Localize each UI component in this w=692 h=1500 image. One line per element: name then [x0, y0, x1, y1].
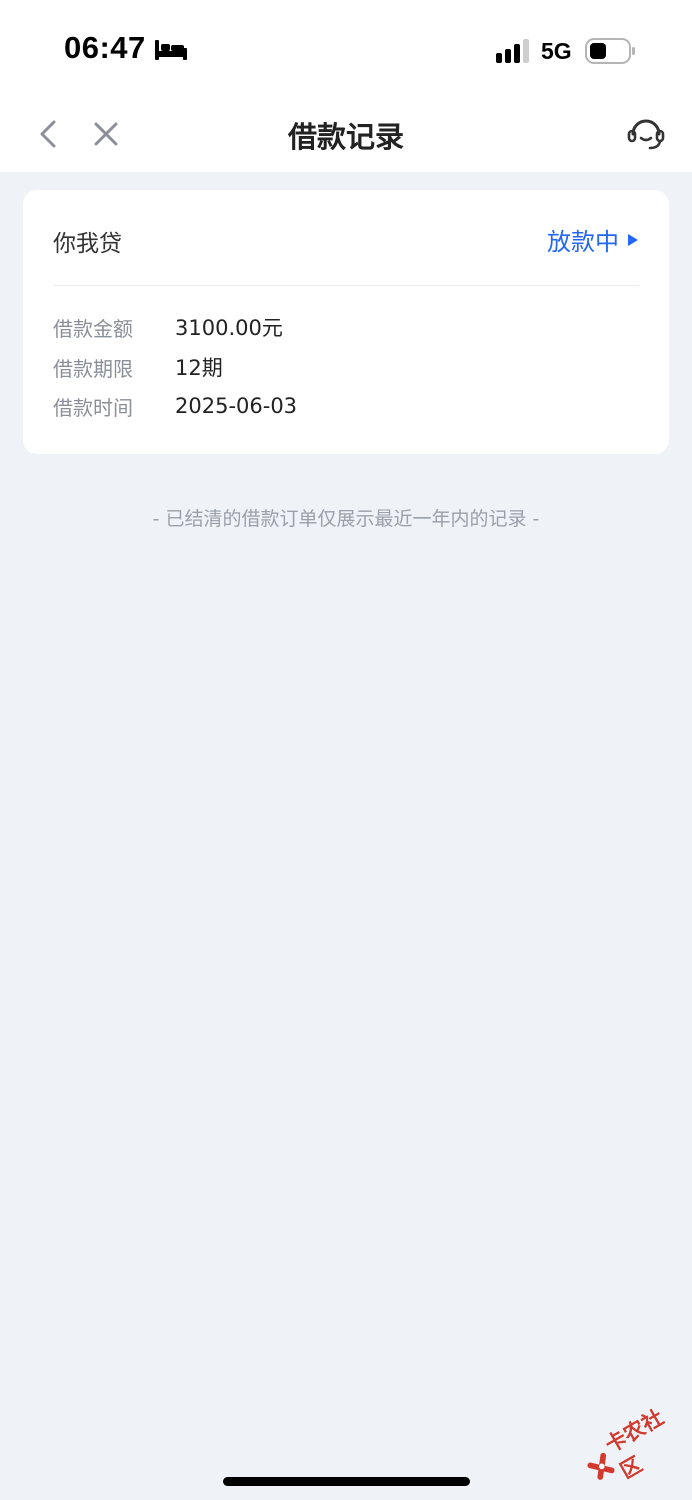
signal-icon: [496, 39, 529, 63]
home-indicator: [223, 1477, 470, 1486]
bed-icon: [155, 40, 187, 60]
network-type: 5G: [541, 38, 572, 64]
detail-label: 借款时间: [53, 395, 133, 420]
card-divider: [53, 285, 639, 286]
records-footnote: - 已结清的借款订单仅展示最近一年内的记录 -: [152, 508, 540, 530]
lender-name: 你我贷: [53, 231, 122, 257]
detail-value: 2025-06-03: [175, 394, 298, 418]
detail-value: 3100.00元: [175, 316, 283, 340]
detail-row-term: 借款期限 12期: [53, 352, 223, 382]
loan-status-link[interactable]: 放款中: [547, 222, 639, 257]
detail-label: 借款期限: [53, 356, 133, 381]
loan-status: 放款中: [547, 228, 619, 256]
status-time: 06:47: [64, 30, 146, 65]
detail-label: 借款金额: [53, 316, 133, 341]
triangle-right-icon: [628, 233, 638, 246]
battery-icon: [585, 38, 635, 64]
watermark: 卡农社区: [576, 1394, 692, 1499]
status-bar: 06:47 5G: [0, 0, 692, 100]
customer-service-icon[interactable]: [626, 114, 666, 154]
nav-bar: 借款记录: [0, 100, 692, 172]
loan-record-card[interactable]: 你我贷 放款中 借款金额 3100.00元 借款期限 12期 借款时间 2025…: [23, 190, 669, 454]
detail-row-amount: 借款金额 3100.00元: [53, 312, 283, 342]
page-title: 借款记录: [287, 120, 404, 154]
detail-row-date: 借款时间 2025-06-03: [53, 391, 297, 421]
detail-value: 12期: [175, 356, 223, 380]
